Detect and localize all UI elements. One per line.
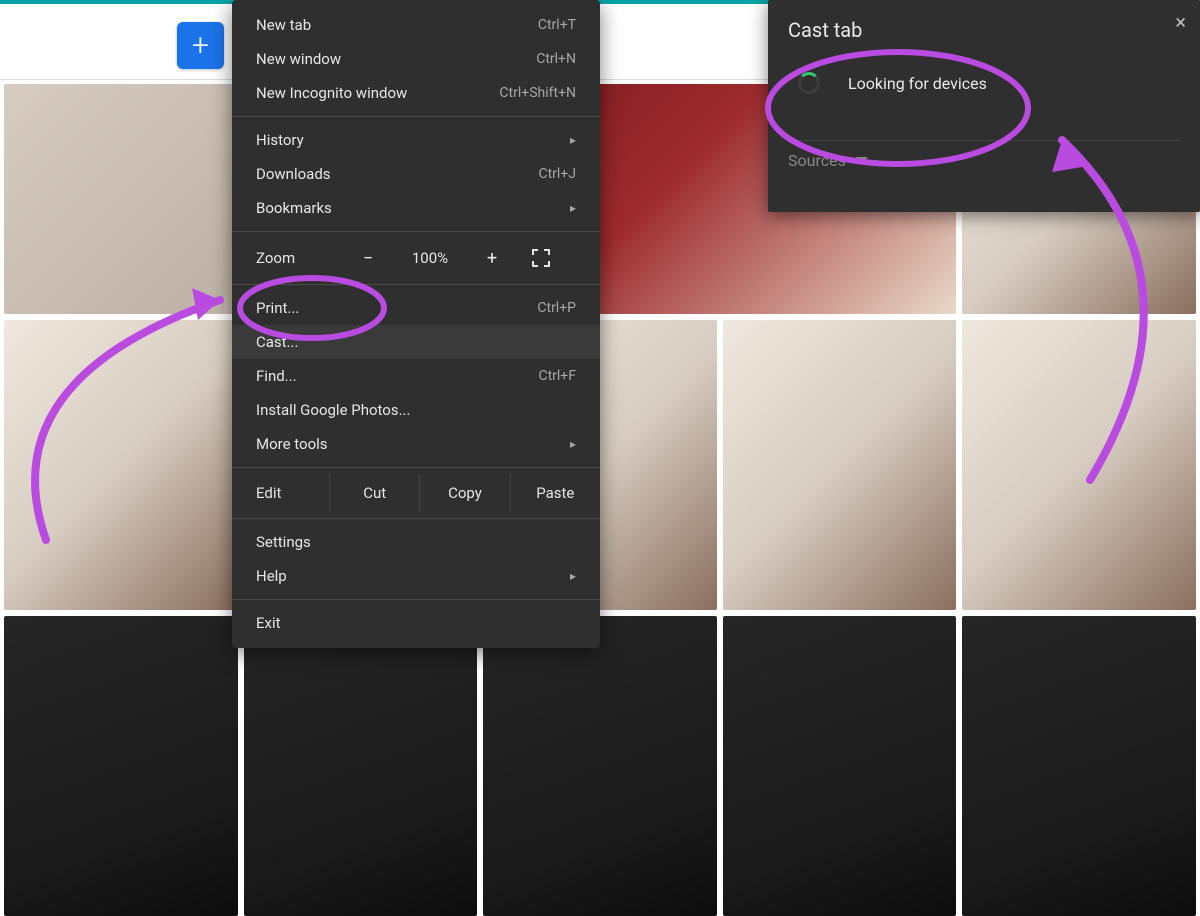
chevron-right-icon: ▸ (570, 201, 576, 215)
menu-label: Cast... (256, 333, 298, 351)
cast-panel-title: Cast tab (788, 18, 1180, 42)
menu-item-print[interactable]: Print... Ctrl+P (232, 291, 600, 325)
edit-paste-button[interactable]: Paste (511, 474, 600, 512)
photo-thumb[interactable] (962, 616, 1196, 916)
zoom-value: 100% (400, 249, 460, 267)
menu-item-find[interactable]: Find... Ctrl+F (232, 359, 600, 393)
cast-status-text: Looking for devices (848, 74, 987, 93)
fullscreen-icon[interactable] (532, 249, 550, 267)
menu-item-edit-row: Edit Cut Copy Paste (232, 474, 600, 512)
menu-separator (232, 467, 600, 468)
menu-item-downloads[interactable]: Downloads Ctrl+J (232, 157, 600, 191)
menu-item-help[interactable]: Help ▸ (232, 559, 600, 593)
menu-label: More tools (256, 435, 328, 453)
cast-sources-dropdown[interactable]: Sources (788, 140, 1180, 180)
menu-label: Settings (256, 533, 311, 551)
photo-thumb[interactable] (723, 320, 957, 610)
menu-item-new-incognito[interactable]: New Incognito window Ctrl+Shift+N (232, 76, 600, 110)
menu-shortcut: Ctrl+J (538, 166, 576, 182)
chevron-down-icon (856, 157, 868, 164)
menu-label: Downloads (256, 165, 331, 183)
photo-thumb[interactable] (4, 616, 238, 916)
menu-separator (232, 518, 600, 519)
photo-thumb[interactable] (483, 616, 717, 916)
menu-item-exit[interactable]: Exit (232, 606, 600, 640)
zoom-in-button[interactable]: + (478, 244, 506, 272)
menu-label: Bookmarks (256, 199, 332, 217)
menu-separator (232, 599, 600, 600)
browser-context-menu[interactable]: New tab Ctrl+T New window Ctrl+N New Inc… (232, 0, 600, 648)
cast-panel: Cast tab × Looking for devices Sources (768, 0, 1200, 212)
loading-spinner-icon (798, 72, 820, 94)
chevron-right-icon: ▸ (570, 133, 576, 147)
menu-item-cast[interactable]: Cast... (232, 325, 600, 359)
photo-thumb[interactable] (962, 320, 1196, 610)
menu-item-bookmarks[interactable]: Bookmarks ▸ (232, 191, 600, 225)
edit-cut-button[interactable]: Cut (330, 474, 420, 512)
menu-item-settings[interactable]: Settings (232, 525, 600, 559)
menu-item-zoom: Zoom − 100% + (232, 238, 600, 278)
menu-label: Install Google Photos... (256, 401, 410, 419)
photo-thumb[interactable] (4, 320, 238, 610)
add-button[interactable]: + (177, 22, 224, 69)
menu-item-new-window[interactable]: New window Ctrl+N (232, 42, 600, 76)
menu-label-edit: Edit (232, 474, 330, 512)
sources-label: Sources (788, 151, 846, 170)
menu-label: Exit (256, 614, 281, 632)
zoom-out-button[interactable]: − (354, 244, 382, 272)
edit-copy-button[interactable]: Copy (420, 474, 510, 512)
menu-label: New window (256, 50, 341, 68)
chevron-right-icon: ▸ (570, 437, 576, 451)
menu-separator (232, 231, 600, 232)
menu-shortcut: Ctrl+P (537, 300, 576, 316)
menu-label: History (256, 131, 304, 149)
menu-label: Find... (256, 367, 297, 385)
menu-label: Help (256, 567, 287, 585)
menu-item-install-app[interactable]: Install Google Photos... (232, 393, 600, 427)
menu-separator (232, 284, 600, 285)
menu-label: Zoom (256, 249, 336, 267)
menu-label: New Incognito window (256, 84, 407, 102)
photo-thumb[interactable] (723, 616, 957, 916)
menu-item-new-tab[interactable]: New tab Ctrl+T (232, 8, 600, 42)
menu-item-more-tools[interactable]: More tools ▸ (232, 427, 600, 461)
plus-icon: + (192, 31, 209, 61)
menu-shortcut: Ctrl+N (536, 51, 576, 67)
menu-item-history[interactable]: History ▸ (232, 123, 600, 157)
menu-shortcut: Ctrl+F (538, 368, 576, 384)
menu-shortcut: Ctrl+Shift+N (499, 85, 576, 101)
menu-shortcut: Ctrl+T (538, 17, 576, 33)
menu-label: New tab (256, 16, 311, 34)
photo-thumb[interactable] (244, 616, 478, 916)
menu-label: Print... (256, 299, 299, 317)
close-icon[interactable]: × (1175, 10, 1186, 34)
menu-separator (232, 116, 600, 117)
chevron-right-icon: ▸ (570, 569, 576, 583)
